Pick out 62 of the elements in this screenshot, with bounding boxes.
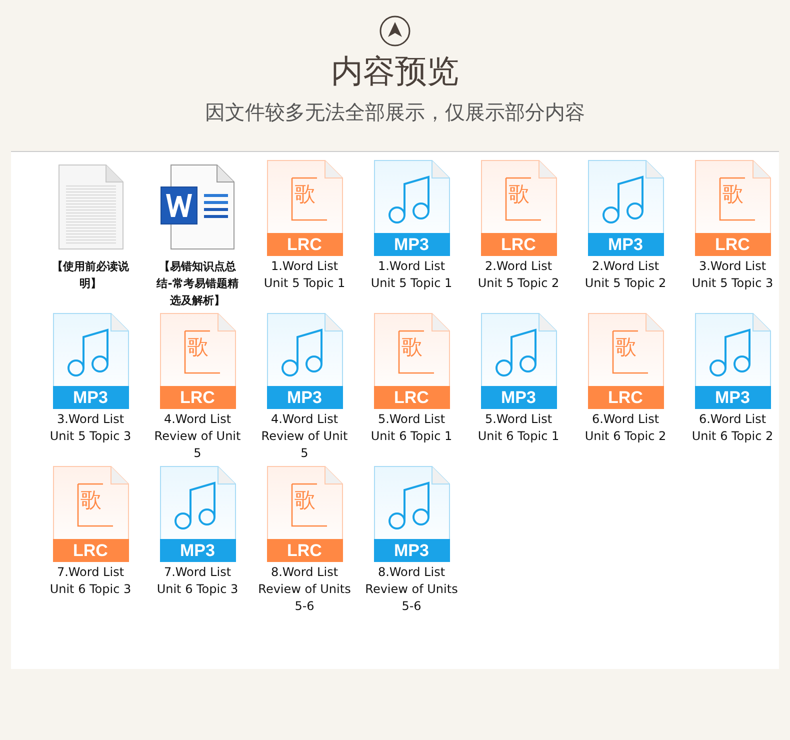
file-name[interactable]: 8.Word List Review of Units 5-6 — [365, 564, 458, 615]
song-glyph: 歌 — [508, 182, 530, 206]
file-name[interactable]: 2.Word List Unit 5 Topic 2 — [478, 258, 560, 292]
music-file-icon — [266, 313, 342, 409]
file-type-label: LRC — [607, 387, 644, 409]
music-file-icon — [52, 313, 128, 409]
file-type-label: MP3 — [607, 234, 644, 256]
lyrics-file-icon — [160, 313, 236, 409]
file-name[interactable]: 【易错知识点总结-常考易错题精选及解析】 — [156, 258, 240, 309]
file-type-label: MP3 — [714, 387, 751, 409]
song-glyph: 歌 — [616, 335, 636, 359]
file-type-label: MP3 — [286, 387, 323, 409]
file-type-label: LRC — [72, 540, 109, 562]
file-name[interactable]: 1.Word List Unit 5 Topic 1 — [264, 258, 346, 292]
file-type-label: LRC — [286, 540, 323, 562]
file-type-label: MP3 — [393, 540, 430, 562]
lyrics-file-icon — [374, 313, 450, 409]
music-file-icon — [160, 466, 236, 562]
lyrics-file-icon — [52, 466, 128, 562]
song-glyph: 歌 — [402, 335, 422, 359]
song-glyph: 歌 — [294, 182, 316, 206]
file-name[interactable]: 1.Word List Unit 5 Topic 1 — [370, 258, 452, 292]
file-name[interactable]: 2.Word List Unit 5 Topic 2 — [584, 258, 666, 292]
file-type-label: LRC — [179, 387, 216, 409]
file-name[interactable]: 6.Word List Unit 6 Topic 2 — [692, 411, 774, 445]
file-name[interactable]: 6.Word List Unit 6 Topic 2 — [584, 411, 666, 445]
file-type-label: LRC — [714, 234, 751, 256]
music-file-icon — [588, 160, 664, 256]
lyrics-file-icon — [266, 466, 342, 562]
lyrics-file-icon — [480, 160, 556, 256]
song-glyph: 歌 — [80, 488, 102, 512]
file-name[interactable]: 4.Word List Review of Unit 5 — [261, 411, 348, 462]
music-file-icon — [694, 313, 770, 409]
file-type-label: MP3 — [72, 387, 109, 409]
file-name[interactable]: 3.Word List Unit 5 Topic 3 — [50, 411, 132, 445]
file-name[interactable]: 7.Word List Unit 6 Topic 3 — [156, 564, 238, 598]
lyrics-file-icon — [588, 313, 664, 409]
file-name[interactable]: 【使用前必读说明】 — [48, 258, 132, 292]
file-type-label: MP3 — [393, 234, 430, 256]
music-file-icon — [374, 160, 450, 256]
file-type-label: LRC — [393, 387, 430, 409]
file-name[interactable]: 5.Word List Unit 6 Topic 1 — [478, 411, 560, 445]
file-name[interactable]: 5.Word List Unit 6 Topic 1 — [370, 411, 452, 445]
text-file-icon — [58, 164, 124, 250]
page-subtitle: 因文件较多无法全部展示，仅展示部分内容 — [205, 99, 585, 125]
song-glyph: 歌 — [722, 182, 744, 206]
song-glyph: 歌 — [294, 488, 316, 512]
file-name[interactable]: 4.Word List Review of Unit 5 — [154, 411, 241, 462]
file-type-label: MP3 — [179, 540, 216, 562]
file-type-label: LRC — [286, 234, 323, 256]
file-name[interactable]: 8.Word List Review of Units 5-6 — [258, 564, 351, 615]
file-type-label: LRC — [500, 234, 537, 256]
music-file-icon — [374, 466, 450, 562]
lyrics-file-icon — [266, 160, 342, 256]
lyrics-file-icon — [694, 160, 770, 256]
file-type-label: MP3 — [500, 387, 537, 409]
song-glyph: 歌 — [188, 335, 208, 359]
music-file-icon — [480, 313, 556, 409]
page-title: 内容预览 — [331, 51, 459, 91]
file-name[interactable]: 3.Word List Unit 5 Topic 3 — [692, 258, 774, 292]
word-document-icon — [160, 164, 236, 250]
file-name[interactable]: 7.Word List Unit 6 Topic 3 — [50, 564, 132, 598]
